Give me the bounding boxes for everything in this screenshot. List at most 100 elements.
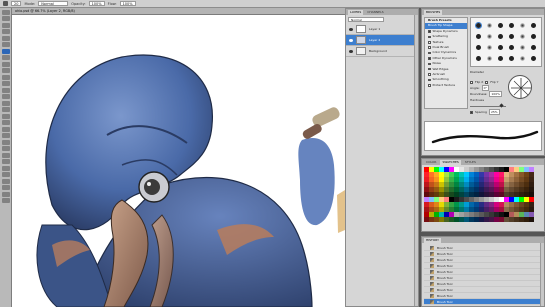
document-tab[interactable]: ohio.psd @ 66.7% (Layer 2, RGB/8) <box>12 8 345 15</box>
checkbox[interactable] <box>428 67 431 71</box>
tool-icon[interactable] <box>2 172 10 177</box>
checkbox[interactable] <box>428 51 431 55</box>
brush-tip-swatch[interactable] <box>486 56 492 62</box>
brush-tool-icon[interactable] <box>3 1 8 6</box>
tool-icon[interactable] <box>2 87 10 93</box>
tool-icon[interactable] <box>2 55 10 60</box>
tab-history[interactable]: HISTORY <box>424 238 441 243</box>
checkbox[interactable] <box>428 78 431 82</box>
tab-color[interactable]: COLOR <box>424 160 438 165</box>
flow-field[interactable]: 100% <box>119 1 136 6</box>
tool-icon[interactable] <box>2 68 10 73</box>
flip-y-checkbox[interactable] <box>485 80 489 84</box>
brush-tip-grid[interactable] <box>470 17 542 67</box>
eye-icon[interactable] <box>349 49 353 53</box>
swatch-grid[interactable] <box>424 167 542 222</box>
flip-x-checkbox[interactable] <box>470 80 473 84</box>
color-swatch[interactable] <box>529 217 534 222</box>
checkbox[interactable] <box>428 41 431 44</box>
tab-brushes[interactable]: BRUSHES <box>424 10 443 15</box>
brush-tip-swatch[interactable] <box>531 45 537 51</box>
brush-angle-widget[interactable] <box>508 75 532 99</box>
layer-row[interactable]: Layer 2 <box>346 35 418 46</box>
tool-icon[interactable] <box>2 16 10 21</box>
layer-blend-mode-select[interactable]: Normal <box>348 17 384 22</box>
checkbox[interactable] <box>428 35 431 39</box>
brush-tip-swatch[interactable] <box>520 56 526 62</box>
slider-knob[interactable] <box>499 103 504 108</box>
tool-icon[interactable] <box>2 152 10 158</box>
layers-scrollbar[interactable] <box>414 15 418 306</box>
tool-icon[interactable] <box>2 120 10 125</box>
checkbox[interactable] <box>428 30 431 33</box>
checkbox[interactable] <box>428 46 431 49</box>
tool-icon[interactable] <box>2 48 10 54</box>
brush-tip-swatch[interactable] <box>497 22 503 28</box>
tool-icon[interactable] <box>2 178 10 184</box>
checkbox[interactable] <box>428 57 431 60</box>
layer-row[interactable]: Layer 1 <box>346 24 418 35</box>
spacing-checkbox[interactable] <box>470 110 473 114</box>
brush-tip-swatch[interactable] <box>531 22 537 28</box>
brush-tip-swatch[interactable] <box>509 56 515 62</box>
tool-icon[interactable] <box>2 81 10 86</box>
mode-select[interactable]: Normal <box>38 1 69 6</box>
checkbox[interactable] <box>428 84 431 87</box>
tool-icon[interactable] <box>2 22 10 28</box>
tab-layers[interactable]: LAYERS <box>348 10 364 15</box>
tool-icon[interactable] <box>2 126 10 132</box>
tool-icon[interactable] <box>2 61 10 67</box>
brush-tip-swatch[interactable] <box>531 56 537 62</box>
tool-icon[interactable] <box>2 35 10 41</box>
tab-styles[interactable]: STYLES <box>463 160 478 165</box>
tool-icon[interactable] <box>2 94 10 99</box>
tool-icon[interactable] <box>2 159 10 164</box>
brush-tip-swatch[interactable] <box>475 33 481 39</box>
brush-tip-swatch[interactable] <box>475 45 481 51</box>
tool-icon[interactable] <box>2 107 10 112</box>
brush-tip-swatch[interactable] <box>475 56 481 62</box>
checkbox[interactable] <box>428 73 431 76</box>
opacity-field[interactable]: 100% <box>88 1 105 6</box>
brush-size-picker[interactable]: 20 <box>11 1 22 6</box>
history-row[interactable]: Brush Tool <box>424 299 542 305</box>
brush-tip-swatch[interactable] <box>497 33 503 39</box>
brush-tip-swatch[interactable] <box>509 22 515 28</box>
brush-tip-swatch[interactable] <box>486 33 492 39</box>
hardness-slider[interactable] <box>470 103 506 108</box>
eye-icon[interactable] <box>349 27 353 31</box>
brush-tip-swatch[interactable] <box>531 33 537 39</box>
angle-field[interactable]: 0° <box>481 85 489 91</box>
brush-tip-swatch[interactable] <box>509 45 515 51</box>
brush-tip-swatch[interactable] <box>520 33 526 39</box>
tab-channels[interactable]: CHANNELS <box>365 10 385 15</box>
brush-tip-swatch[interactable] <box>497 56 503 62</box>
brush-tip-swatch[interactable] <box>509 33 515 39</box>
tool-icon[interactable] <box>2 113 10 119</box>
brush-setting-item[interactable]: Protect Texture <box>425 83 467 88</box>
layer-row[interactable]: Background <box>346 46 418 57</box>
brush-tip-swatch[interactable] <box>486 45 492 51</box>
spacing-field[interactable]: 25% <box>488 109 500 115</box>
history-scrollbar[interactable] <box>540 243 544 306</box>
brush-tip-swatch[interactable] <box>520 45 526 51</box>
tool-icon[interactable] <box>2 198 10 203</box>
tool-icon[interactable] <box>2 29 10 34</box>
tool-icon[interactable] <box>2 139 10 145</box>
tool-icon[interactable] <box>2 165 10 171</box>
tool-icon[interactable] <box>2 185 10 190</box>
roundness-field[interactable]: 100% <box>489 91 502 97</box>
tool-icon[interactable] <box>2 146 10 151</box>
brush-tip-swatch[interactable] <box>474 21 482 29</box>
tab-swatches[interactable]: SWATCHES <box>440 160 461 165</box>
eye-icon[interactable] <box>349 38 353 42</box>
tool-icon[interactable] <box>2 42 10 47</box>
brush-tip-swatch[interactable] <box>520 22 526 28</box>
checkbox[interactable] <box>428 62 431 66</box>
brush-tip-swatch[interactable] <box>486 22 492 28</box>
tool-icon[interactable] <box>2 9 10 15</box>
document-canvas[interactable] <box>12 15 345 307</box>
tool-icon[interactable] <box>2 74 10 80</box>
tool-icon[interactable] <box>2 191 10 197</box>
brush-tip-swatch[interactable] <box>497 45 503 51</box>
